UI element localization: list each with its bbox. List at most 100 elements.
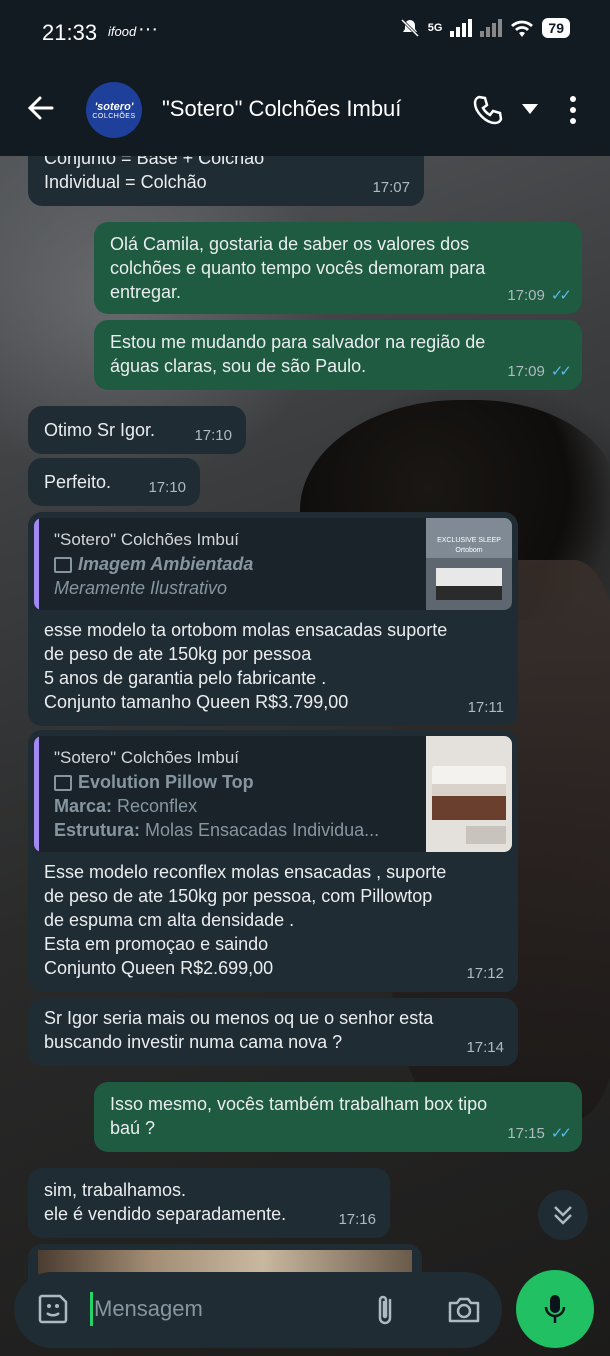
signal-secondary-icon [480, 19, 503, 37]
message-meta: 17:15 ✓✓ [507, 1122, 572, 1146]
ifood-icon: ifood [108, 24, 137, 39]
message-meta: 17:10 [148, 476, 186, 500]
time-label: 17:14 [466, 1039, 504, 1056]
quote-title: Evolution Pillow Top [54, 770, 254, 794]
read-receipt-icon: ✓✓ [550, 1125, 572, 1142]
quote-author: "Sotero" Colchões Imbuí [54, 748, 239, 767]
message-text-line: Estou me mudando para salvador na região… [110, 332, 486, 352]
quote-brand: Marca: Reconflex [54, 794, 197, 818]
message-text-line: baú ? [110, 1118, 156, 1138]
message-text-line: esse modelo ta ortobom molas ensacadas s… [44, 620, 448, 640]
contact-name[interactable]: "Sotero" Colchões Imbuí [162, 96, 401, 122]
quote-accent-bar [34, 736, 39, 852]
double-chevron-down-icon [554, 1206, 572, 1225]
message-text-line: ele é vendido separadamente. [44, 1204, 287, 1224]
message-bubble-incoming[interactable]: Perfeito. 17:10 [28, 458, 200, 506]
time-label: 17:07 [372, 179, 410, 196]
message-bubble-outgoing[interactable]: Isso mesmo, vocês também trabalham box t… [94, 1082, 582, 1152]
more-notifications-icon: ··· [138, 18, 158, 40]
time-label: 17:10 [194, 427, 232, 444]
time-label: 17:09 [507, 287, 545, 304]
read-receipt-icon: ✓✓ [550, 363, 572, 380]
message-text-line: Conjunto tamanho Queen R$3.799,00 [44, 692, 349, 712]
quote-title-text: Evolution Pillow Top [78, 772, 254, 792]
thumbnail-text: EXCLUSIVE SLEEP [437, 537, 501, 544]
message-meta: 17:12 [466, 962, 504, 986]
avatar-logo-subtext: COLCHÕES [92, 112, 136, 120]
time-label: 17:15 [507, 1125, 545, 1142]
battery-indicator: 79 [542, 18, 570, 38]
mattress-thumbnail [426, 736, 512, 852]
avatar-logo-text: 'sotero' [94, 100, 134, 113]
message-text-line: 5 anos de garantia pelo fabricante . [44, 668, 327, 688]
time-label: 17:11 [467, 699, 504, 716]
message-bubble-incoming[interactable]: Otimo Sr Igor. 17:10 [28, 406, 246, 454]
message-meta: 17:14 [466, 1036, 504, 1060]
quote-structure: Estrutura: Molas Ensacadas Individua... [54, 818, 379, 842]
message-text-line: Conjunto Queen R$2.699,00 [44, 958, 274, 978]
time-label: 17:12 [466, 965, 504, 982]
message-bubble-reply[interactable]: "Sotero" Colchões Imbuí Evolution Pillow… [28, 730, 518, 992]
image-icon [54, 557, 72, 574]
contact-avatar[interactable]: 'sotero' COLCHÕES [86, 82, 142, 138]
back-arrow-icon[interactable] [22, 90, 58, 126]
message-text-line: Otimo Sr Igor. [44, 420, 156, 440]
message-text-line: de peso de ate 150kg por pessoa [44, 644, 312, 664]
quote-title-text: Imagem Ambientada [78, 554, 254, 574]
signal-icon [450, 19, 473, 37]
quoted-message[interactable]: "Sotero" Colchões Imbuí Imagem Ambientad… [34, 518, 512, 610]
network-type: 5G [427, 22, 443, 34]
message-time: 17:07 [372, 176, 410, 200]
message-text-line: de peso de ate 150kg por pessoa, com Pil… [44, 886, 433, 906]
status-bar: 21:33 ifood ··· 5G 79 [0, 0, 610, 64]
attachment-paperclip-icon[interactable] [372, 1292, 398, 1328]
overflow-menu-icon[interactable] [566, 94, 580, 126]
quote-structure-value: Molas Ensacadas Individua... [140, 820, 380, 840]
message-meta: 17:09 ✓✓ [507, 284, 572, 308]
quote-accent-bar [34, 518, 39, 610]
message-meta: 17:16 [338, 1208, 376, 1232]
message-text-line: Esta em promoçao e saindo [44, 934, 269, 954]
message-text-line: Isso mesmo, vocês também trabalham box t… [110, 1094, 488, 1114]
time-label: 17:10 [148, 479, 186, 496]
camera-icon[interactable] [446, 1294, 482, 1326]
quote-title: Imagem Ambientada [54, 552, 253, 576]
wifi-icon [511, 20, 534, 37]
message-text-line: de espuma cm alta densidade . [44, 910, 295, 930]
mute-bell-icon [400, 18, 419, 38]
sticker-icon[interactable] [36, 1292, 70, 1326]
phone-call-icon[interactable] [472, 94, 504, 126]
message-text-line: colchões e quanto tempo vocês demoram pa… [110, 258, 486, 278]
quoted-message[interactable]: "Sotero" Colchões Imbuí Evolution Pillow… [34, 736, 512, 852]
message-bubble-outgoing[interactable]: Olá Camila, gostaria de saber os valores… [94, 222, 582, 314]
quote-brand-label: Marca: [54, 796, 113, 816]
message-meta: 17:10 [194, 424, 232, 448]
status-time: 21:33 [42, 20, 98, 45]
time-label: 17:16 [338, 1211, 376, 1228]
quote-author: "Sotero" Colchões Imbuí [54, 530, 239, 549]
message-meta: 17:09 ✓✓ [507, 360, 572, 384]
read-receipt-icon: ✓✓ [550, 287, 572, 304]
message-text-line: Perfeito. [44, 472, 112, 492]
scroll-to-bottom-button[interactable] [538, 1190, 588, 1240]
message-text-line: águas claras, sou de são Paulo. [110, 356, 367, 376]
status-icons: 5G 79 [400, 18, 570, 38]
quote-caption: Meramente Ilustrativo [54, 578, 228, 598]
message-bubble-incoming[interactable]: Sr Igor seria mais ou menos oq ue o senh… [28, 998, 518, 1066]
voice-record-button[interactable] [516, 1270, 594, 1348]
message-text-line: sim, trabalhamos. [44, 1180, 187, 1200]
call-options-dropdown-icon[interactable] [522, 104, 538, 114]
message-bubble-outgoing[interactable]: Estou me mudando para salvador na região… [94, 320, 582, 390]
quote-structure-label: Estrutura: [54, 820, 141, 840]
message-text-line: buscando investir numa cama nova ? [44, 1032, 343, 1052]
message-text-line: Sr Igor seria mais ou menos oq ue o senh… [44, 1008, 434, 1028]
message-bubble-reply[interactable]: "Sotero" Colchões Imbuí Imagem Ambientad… [28, 512, 518, 726]
message-text-line: Individual = Colchão [44, 172, 207, 192]
message-meta: 17:11 [468, 696, 504, 720]
mattress-thumbnail: EXCLUSIVE SLEEP Ortobom [426, 518, 512, 610]
message-text-line: Olá Camila, gostaria de saber os valores… [110, 234, 470, 254]
thumbnail-brand: Ortobom [455, 547, 482, 554]
message-bubble-incoming[interactable]: sim, trabalhamos. ele é vendido separada… [28, 1168, 390, 1238]
message-input[interactable]: Mensagem [94, 1296, 203, 1322]
chat-header: 'sotero' COLCHÕES "Sotero" Colchões Imbu… [0, 64, 610, 156]
